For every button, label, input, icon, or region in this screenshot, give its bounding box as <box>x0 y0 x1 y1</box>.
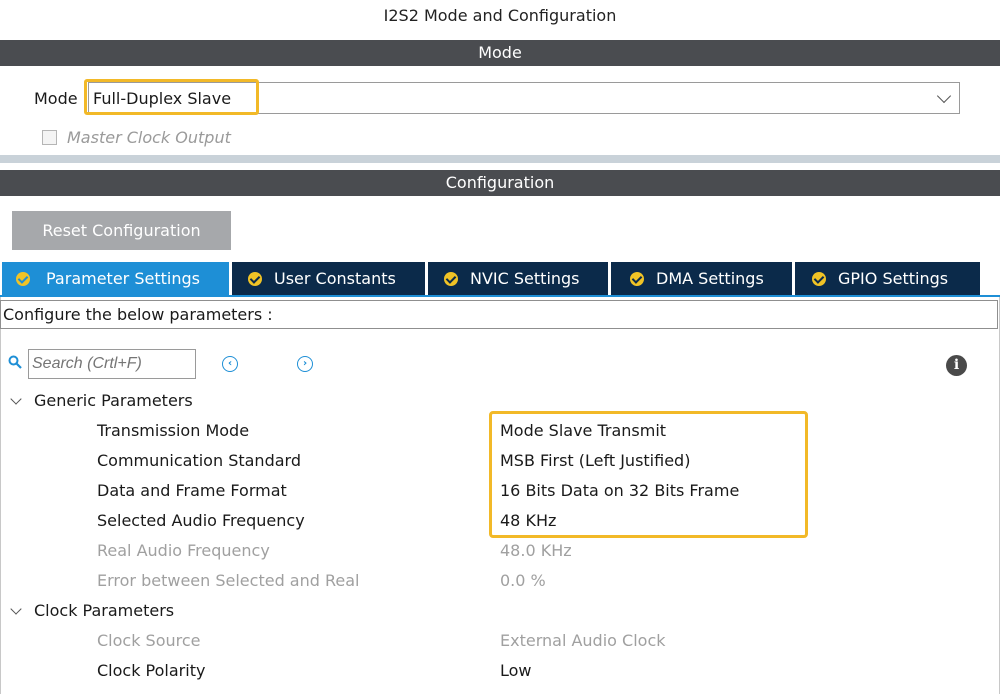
next-icon[interactable]: › <box>297 356 313 372</box>
previous-icon[interactable]: ‹ <box>222 356 238 372</box>
search-input[interactable] <box>28 349 196 379</box>
param-value: 48.0 KHz <box>500 541 572 560</box>
tab-bar: Parameter Settings User Constants NVIC S… <box>0 262 1000 295</box>
tab-label: Parameter Settings <box>46 269 200 288</box>
tab-dma-settings[interactable]: DMA Settings <box>611 262 792 295</box>
window-title: I2S2 Mode and Configuration <box>383 6 617 25</box>
group-generic-parameters[interactable]: Generic Parameters <box>34 391 193 410</box>
reset-configuration-button[interactable]: Reset Configuration <box>12 211 231 250</box>
param-name: Selected Audio Frequency <box>97 511 305 530</box>
param-name: Communication Standard <box>97 451 301 470</box>
param-name: Clock Polarity <box>97 661 206 680</box>
check-circle-icon <box>16 272 30 286</box>
check-circle-icon <box>444 272 458 286</box>
param-name: Real Audio Frequency <box>97 541 270 560</box>
param-name: Data and Frame Format <box>97 481 287 500</box>
parameter-highlight-box <box>489 411 808 538</box>
tab-nvic-settings[interactable]: NVIC Settings <box>428 262 608 295</box>
tab-gpio-settings[interactable]: GPIO Settings <box>795 262 980 295</box>
section-separator <box>0 155 1000 163</box>
configure-instructions: Configure the below parameters : <box>0 300 998 329</box>
mode-section-header: Mode <box>0 40 1000 66</box>
param-value[interactable]: Low <box>500 661 532 680</box>
param-name: Transmission Mode <box>97 421 250 440</box>
chevron-down-icon[interactable] <box>936 88 952 104</box>
info-icon[interactable]: i <box>946 355 967 376</box>
tab-label: User Constants <box>274 269 396 288</box>
tab-label: NVIC Settings <box>470 269 580 288</box>
config-section-header: Configuration <box>0 170 1000 196</box>
tab-label: GPIO Settings <box>838 269 949 288</box>
master-clock-output-checkbox[interactable] <box>42 130 57 145</box>
tab-parameter-settings[interactable]: Parameter Settings <box>2 262 229 295</box>
search-icon[interactable] <box>8 355 22 369</box>
param-name: Error between Selected and Real <box>97 571 360 590</box>
tab-label: DMA Settings <box>656 269 764 288</box>
param-value: 0.0 % <box>500 571 546 590</box>
param-value: External Audio Clock <box>500 631 666 650</box>
master-clock-output-label: Master Clock Output <box>67 128 231 147</box>
tab-user-constants[interactable]: User Constants <box>232 262 425 295</box>
check-circle-icon <box>812 272 826 286</box>
check-circle-icon <box>630 272 644 286</box>
mode-highlight-box <box>84 79 259 115</box>
check-circle-icon <box>248 272 262 286</box>
param-name: Clock Source <box>97 631 201 650</box>
group-clock-parameters[interactable]: Clock Parameters <box>34 601 174 620</box>
mode-label: Mode <box>34 89 78 108</box>
